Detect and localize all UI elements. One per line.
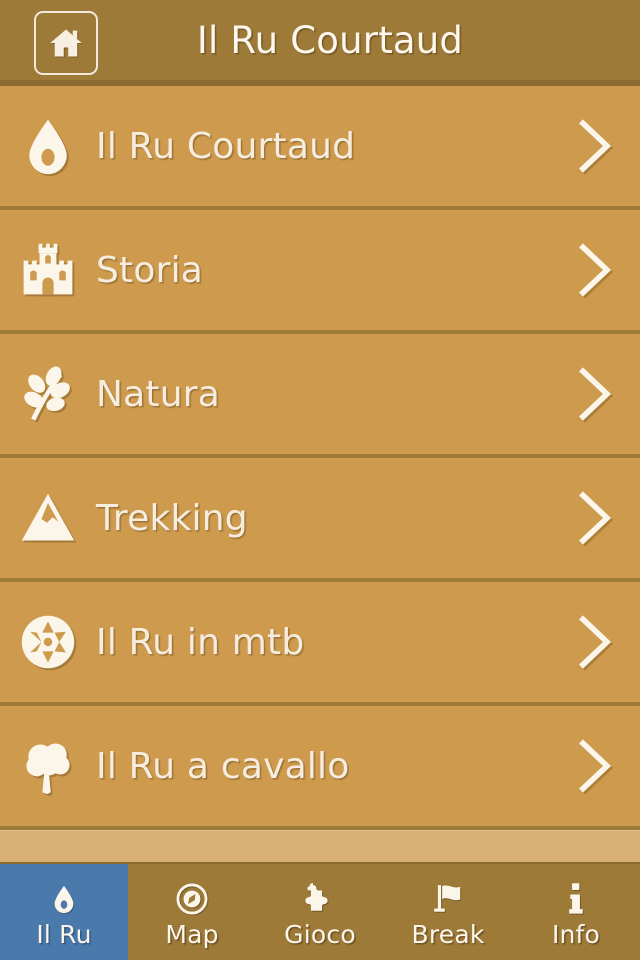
tab-label: Il Ru <box>36 920 92 949</box>
puzzle-icon <box>302 875 338 917</box>
app-root: Il Ru Courtaud Il Ru Courtaud Storia Nat… <box>0 0 640 960</box>
mountain-icon <box>0 488 96 548</box>
list-item-label: Natura <box>96 373 220 415</box>
bike-wheel-icon <box>0 612 96 672</box>
water-drop-icon <box>49 875 79 917</box>
list-item-label: Storia <box>96 249 204 291</box>
tab-label: Gioco <box>284 920 356 949</box>
list-item-label: Il Ru in mtb <box>96 621 305 663</box>
list-item-label: Trekking <box>96 497 248 539</box>
tab-label: Info <box>551 920 601 949</box>
tab-gioco[interactable]: Gioco <box>256 864 384 960</box>
chevron-right-icon <box>550 614 640 670</box>
chevron-right-icon <box>550 490 640 546</box>
chevron-right-icon <box>550 118 640 174</box>
bottom-tab-bar: Il Ru Map Gioco Break Info <box>0 862 640 960</box>
list-item[interactable]: Storia <box>0 210 640 335</box>
list-item[interactable]: Natura <box>0 334 640 459</box>
tab-il-ru[interactable]: Il Ru <box>0 864 128 960</box>
castle-icon <box>0 240 96 300</box>
chevron-right-icon <box>550 366 640 422</box>
info-icon <box>564 875 588 917</box>
list-item-label: Il Ru Courtaud <box>96 125 356 167</box>
tree-icon <box>0 736 96 796</box>
flag-icon <box>431 875 465 917</box>
list-item[interactable]: Il Ru Courtaud <box>0 86 640 211</box>
tab-break[interactable]: Break <box>384 864 512 960</box>
tab-label: Map <box>165 920 219 949</box>
home-button[interactable] <box>34 11 98 75</box>
tab-label: Break <box>411 920 485 949</box>
list-item[interactable]: Trekking <box>0 458 640 583</box>
water-drop-icon <box>0 116 96 176</box>
list-item[interactable]: Il Ru in mtb <box>0 582 640 707</box>
compass-icon <box>174 875 210 917</box>
app-header: Il Ru Courtaud <box>0 0 640 86</box>
tab-map[interactable]: Map <box>128 864 256 960</box>
home-icon <box>48 25 84 61</box>
list-item[interactable]: Il Ru a cavallo <box>0 706 640 831</box>
chevron-right-icon <box>550 242 640 298</box>
leaf-branch-icon <box>0 364 96 424</box>
menu-list: Il Ru Courtaud Storia Natura Trekking Il… <box>0 86 640 862</box>
tab-info[interactable]: Info <box>512 864 640 960</box>
list-item-label: Il Ru a cavallo <box>96 745 350 787</box>
chevron-right-icon <box>550 738 640 794</box>
